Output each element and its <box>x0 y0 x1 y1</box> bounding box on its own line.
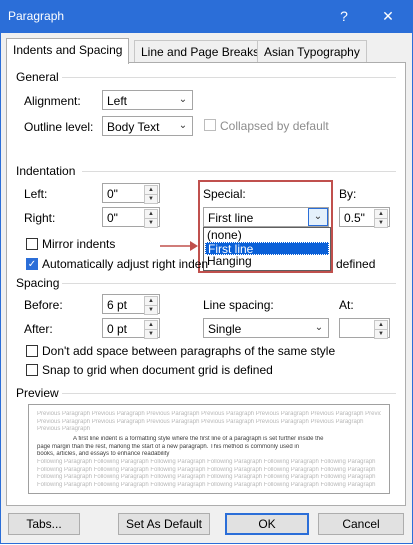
preview-following-line: Following Paragraph Following Paragraph … <box>37 474 376 480</box>
alignment-label: Alignment: <box>24 94 81 108</box>
space-before-spinner[interactable]: 6 pt ▲ ▼ <box>102 294 160 315</box>
preview-following-line: Following Paragraph Following Paragraph … <box>37 459 376 465</box>
highlight-box <box>198 180 333 273</box>
auto-adjust-label-end: defined <box>336 257 376 271</box>
by-label: By: <box>339 187 357 201</box>
chevron-down-icon: ⌄ <box>173 117 192 135</box>
by-spinner[interactable]: 0.5" ▲ ▼ <box>339 207 390 228</box>
mirror-indents-checkbox[interactable] <box>26 238 38 250</box>
chevron-down-icon: ⌄ <box>173 91 192 109</box>
spacing-heading: Spacing <box>16 276 60 290</box>
chevron-down-icon: ⌄ <box>309 319 328 337</box>
at-label: At: <box>339 298 354 312</box>
spin-down-icon[interactable]: ▼ <box>144 194 158 204</box>
mirror-indents-label: Mirror indents <box>42 237 116 251</box>
preview-following-line: Following Paragraph Following Paragraph … <box>37 481 376 488</box>
spin-down-icon[interactable]: ▼ <box>374 218 388 228</box>
auto-adjust-checkbox[interactable]: ✓ <box>26 258 38 270</box>
divider <box>62 283 396 284</box>
spin-down-icon[interactable]: ▼ <box>144 218 158 228</box>
outline-level-select[interactable]: Body Text ⌄ <box>102 116 193 136</box>
indentation-heading: Indentation <box>16 164 76 178</box>
collapsed-by-default-checkbox[interactable] <box>204 119 216 131</box>
preview-previous-line: Previous Paragraph Previous Paragraph Pr… <box>37 418 364 425</box>
help-button[interactable]: ? <box>326 0 362 33</box>
preview-heading: Preview <box>16 386 59 400</box>
window-title: Paragraph <box>8 9 65 23</box>
preview-box: Previous Paragraph Previous Paragraph Pr… <box>28 404 390 494</box>
tab-indents-and-spacing[interactable]: Indents and Spacing <box>6 38 130 64</box>
preview-body-line: page margin than the rest, marking the s… <box>37 443 300 450</box>
line-spacing-select[interactable]: Single ⌄ <box>203 318 329 338</box>
tab-line-and-page-breaks[interactable]: Line and Page Breaks <box>134 40 267 63</box>
preview-body-line: A first line indent is a formatting styl… <box>73 436 324 442</box>
spin-down-icon[interactable]: ▼ <box>144 329 158 339</box>
spin-down-icon[interactable]: ▼ <box>144 305 158 315</box>
alignment-select[interactable]: Left ⌄ <box>102 90 193 110</box>
collapsed-by-default-label: Collapsed by default <box>220 119 329 133</box>
space-before-label: Before: <box>24 298 63 312</box>
at-spinner[interactable]: ▲ ▼ <box>339 318 390 339</box>
space-after-label: After: <box>24 322 53 336</box>
tabs-button[interactable]: Tabs... <box>8 513 80 535</box>
dont-add-space-label: Don't add space between paragraphs of th… <box>42 344 336 358</box>
right-indent-spinner[interactable]: 0" ▲ ▼ <box>102 207 160 228</box>
snap-to-grid-label: Snap to grid when document grid is defin… <box>42 363 273 377</box>
preview-previous-line: Previous Paragraph Previous Paragraph Pr… <box>37 411 381 417</box>
close-button[interactable]: ✕ <box>370 0 406 33</box>
cancel-button[interactable]: Cancel <box>318 513 404 535</box>
auto-adjust-label: Automatically adjust right inden <box>42 257 209 271</box>
space-after-spinner[interactable]: 0 pt ▲ ▼ <box>102 318 160 339</box>
set-as-default-button[interactable]: Set As Default <box>118 513 210 535</box>
line-spacing-label: Line spacing: <box>203 298 274 312</box>
left-indent-spinner[interactable]: 0" ▲ ▼ <box>102 183 160 204</box>
right-indent-label: Right: <box>24 211 56 225</box>
divider <box>82 171 396 172</box>
divider <box>62 77 396 78</box>
general-heading: General <box>16 70 59 84</box>
left-indent-label: Left: <box>24 187 48 201</box>
preview-following-line: Following Paragraph Following Paragraph … <box>37 466 376 473</box>
divider <box>62 393 396 394</box>
ok-button[interactable]: OK <box>225 513 309 535</box>
dont-add-space-checkbox[interactable] <box>26 345 38 357</box>
preview-body-line: books, articles, and essays to enhance r… <box>37 451 170 457</box>
tab-asian-typography[interactable]: Asian Typography <box>257 40 367 63</box>
snap-to-grid-checkbox[interactable] <box>26 364 38 376</box>
red-arrow-icon <box>160 241 198 251</box>
outline-level-label: Outline level: <box>24 120 94 134</box>
preview-previous-line: Previous Paragraph <box>37 426 91 432</box>
spin-down-icon[interactable]: ▼ <box>374 329 388 339</box>
